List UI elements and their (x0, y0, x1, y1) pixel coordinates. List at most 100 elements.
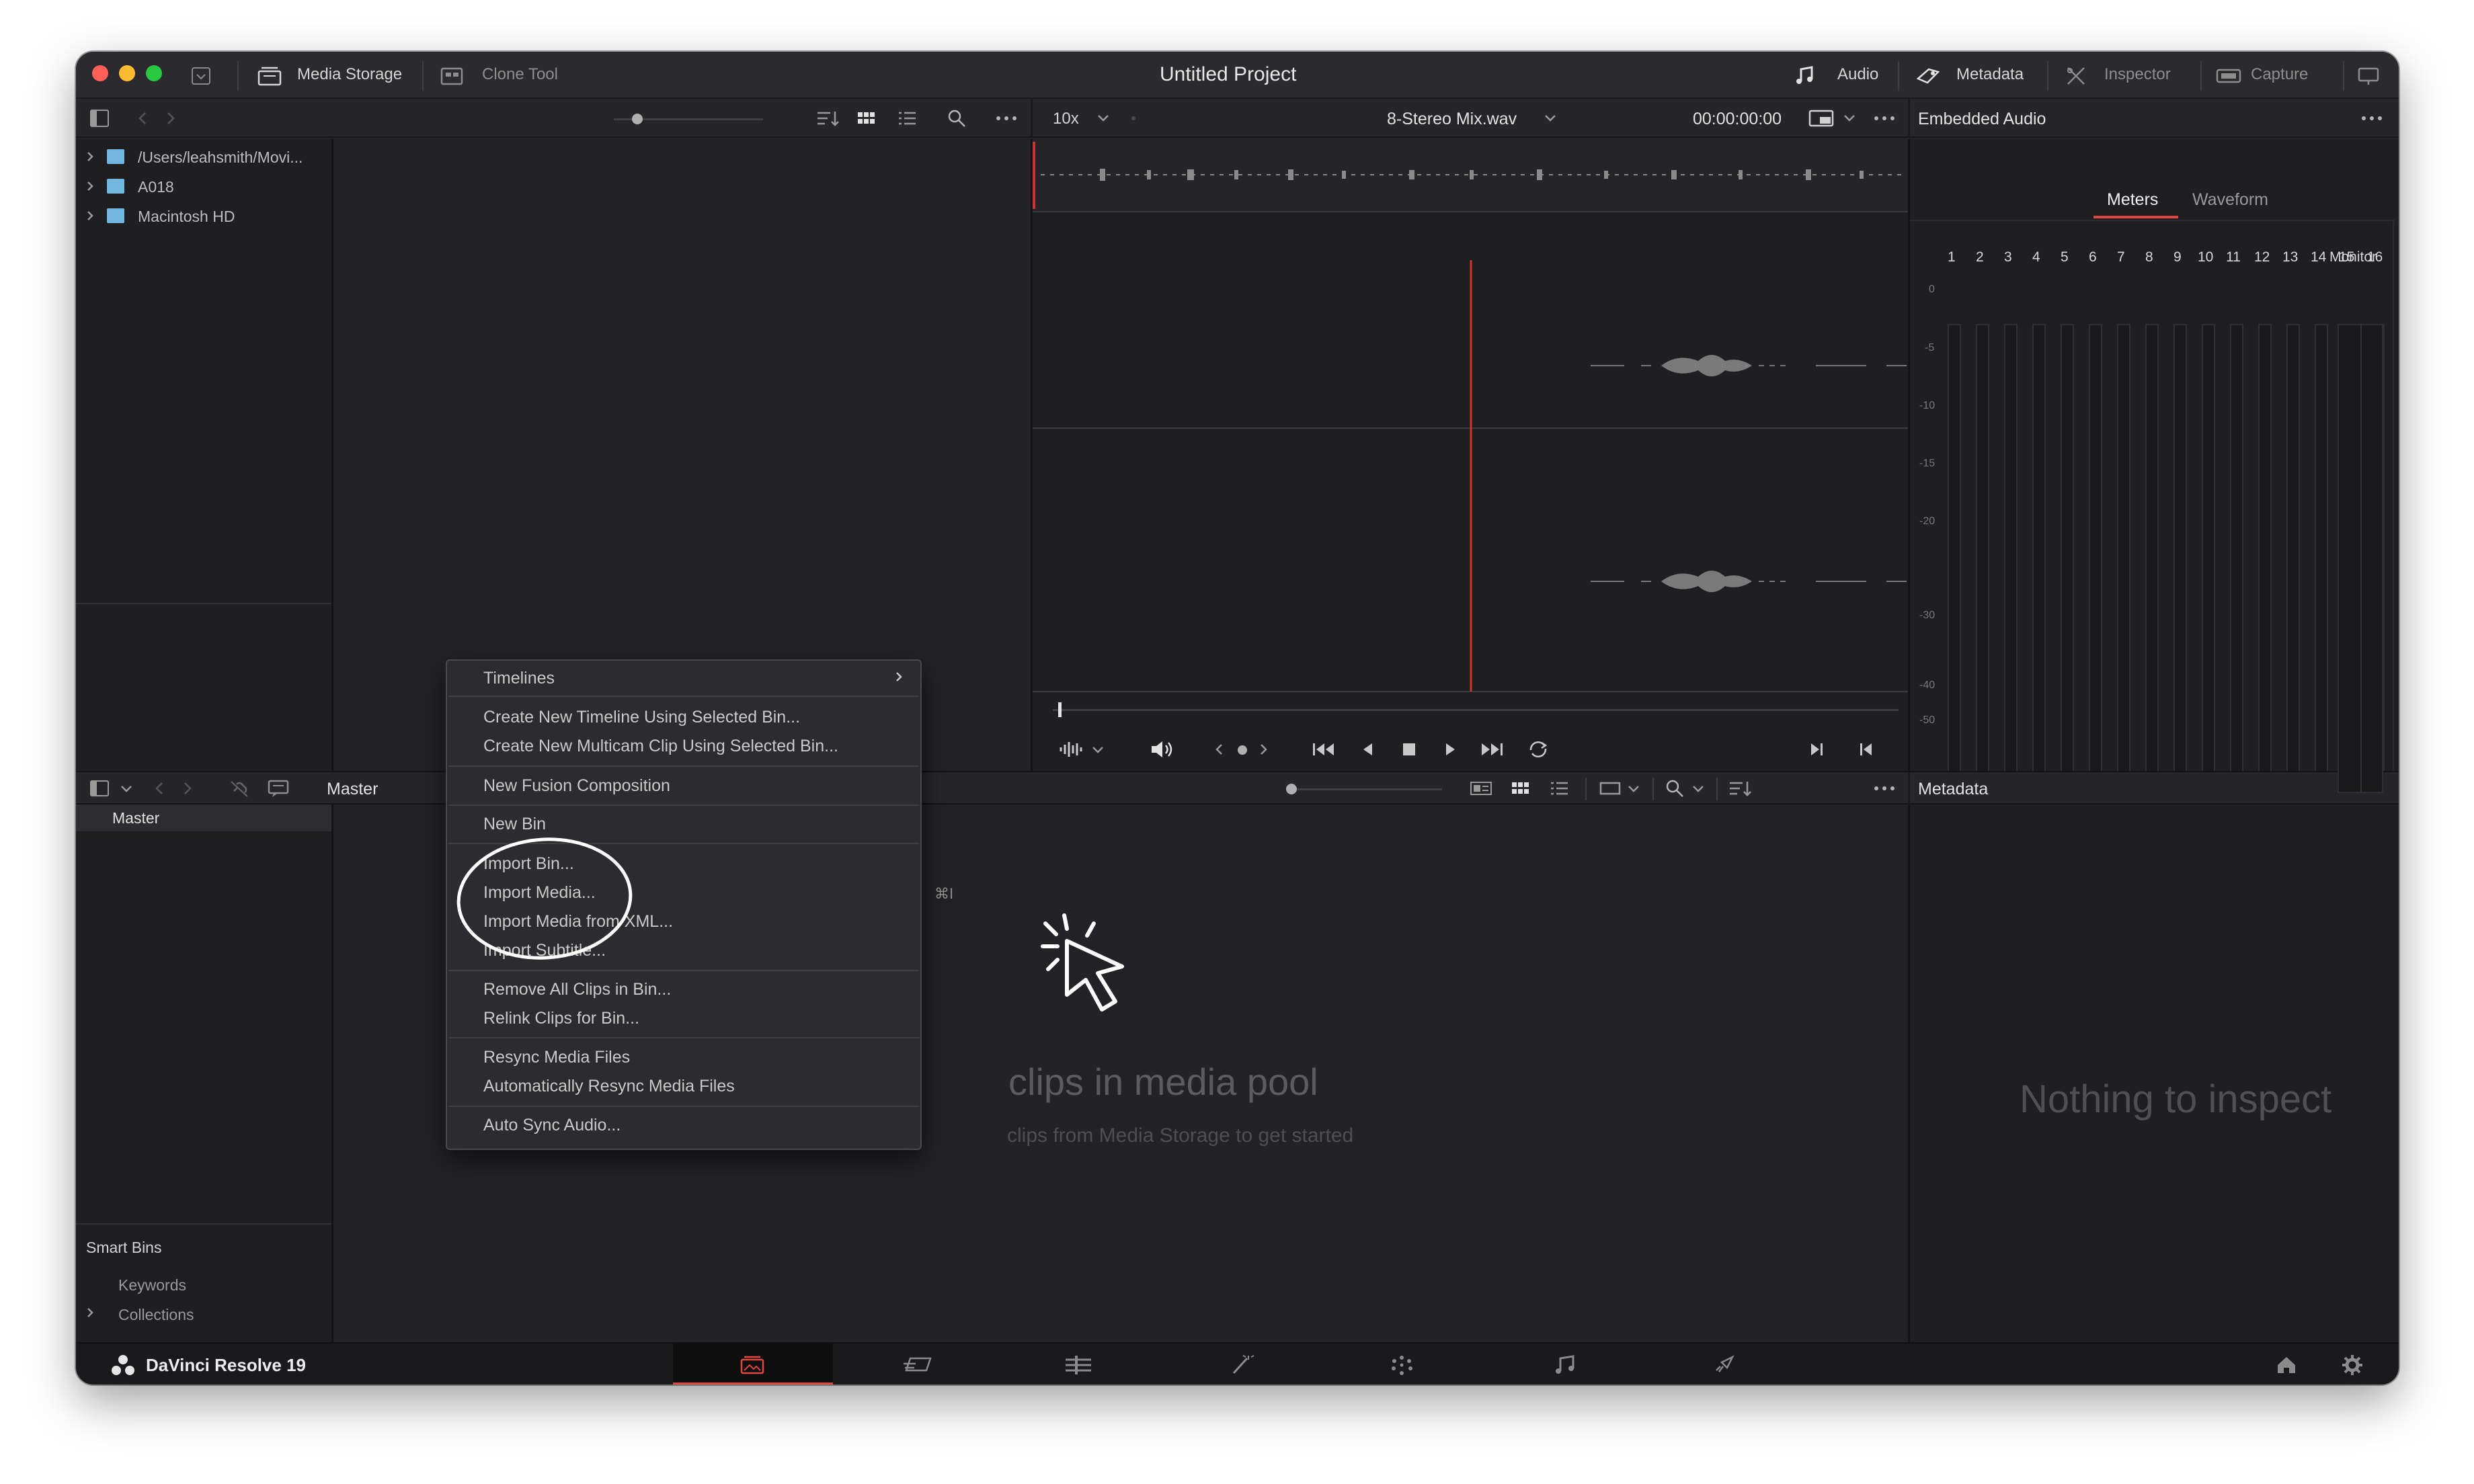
settings-gear-icon[interactable] (2339, 1353, 2366, 1377)
pool-more-icon[interactable] (1871, 778, 1898, 799)
pool-sidebar-chevron-icon[interactable] (118, 779, 135, 799)
bin-title: Master (327, 780, 378, 798)
play-reverse-icon[interactable] (1355, 737, 1380, 761)
menu-item-auto-resync[interactable]: Automatically Resync Media Files (483, 1077, 735, 1096)
capture-icon[interactable] (2214, 64, 2243, 88)
tab-meters[interactable]: Meters (2107, 190, 2158, 210)
storage-item[interactable]: Macintosh HD (76, 202, 331, 229)
storage-item[interactable]: A018 (76, 173, 331, 200)
channel-meter (1948, 324, 1961, 793)
collections-chevron-icon[interactable] (85, 1306, 95, 1319)
viewer-more-icon[interactable] (1871, 107, 1898, 130)
link-icon[interactable] (227, 778, 251, 799)
scrubber-track[interactable] (1053, 709, 1899, 711)
pool-zoom-slider[interactable] (1293, 788, 1442, 790)
storage-item[interactable]: /Users/leahsmith/Movi... (76, 143, 331, 170)
list-view-icon[interactable] (895, 107, 919, 130)
pool-list-view-icon[interactable] (1547, 778, 1571, 799)
mark-out-icon[interactable] (1854, 737, 1878, 761)
fusion-page-icon[interactable] (1227, 1353, 1256, 1377)
pool-slider-knob[interactable] (1286, 784, 1297, 794)
prev-clip-icon[interactable] (1211, 737, 1228, 761)
go-to-end-icon[interactable] (1478, 737, 1506, 761)
fairlight-page-icon[interactable] (1551, 1353, 1581, 1377)
chevron-down-icon[interactable] (1094, 108, 1112, 128)
tab-waveform[interactable]: Waveform (2192, 190, 2268, 210)
pool-search-icon[interactable] (1663, 778, 1687, 799)
menu-item-create-multicam[interactable]: Create New Multicam Clip Using Selected … (483, 737, 838, 756)
menu-item-relink[interactable]: Relink Clips for Bin... (483, 1009, 639, 1028)
sidebar-toggle-icon[interactable] (87, 107, 112, 130)
channel-meter (2089, 324, 2102, 793)
mark-in-icon[interactable] (1804, 737, 1829, 761)
pool-grid-view-icon[interactable] (1508, 778, 1532, 799)
menu-item-resync[interactable]: Resync Media Files (483, 1048, 630, 1067)
panel-menu-icon[interactable] (189, 64, 213, 88)
clip-name[interactable]: 8-Stereo Mix.wav (1387, 110, 1517, 129)
capture-tab[interactable]: Capture (2251, 65, 2308, 84)
smart-bin-collections[interactable]: Collections (118, 1306, 194, 1324)
clone-tool-tab[interactable]: Clone Tool (482, 65, 558, 84)
channel-label: 7 (2117, 249, 2125, 265)
volume-icon[interactable] (1148, 737, 1175, 761)
minimize-window-button[interactable] (119, 65, 135, 81)
audio-more-icon[interactable] (2358, 107, 2385, 130)
media-storage-icon[interactable] (256, 64, 283, 88)
pool-forward-icon[interactable] (177, 778, 197, 799)
grid-view-icon[interactable] (854, 107, 878, 130)
master-bin-item[interactable]: Master (76, 805, 331, 831)
slider-knob[interactable] (632, 114, 643, 124)
metadata-tab[interactable]: Metadata (1956, 65, 2024, 84)
smart-bin-keywords[interactable]: Keywords (118, 1276, 186, 1294)
zoom-window-button[interactable] (146, 65, 162, 81)
loop-icon[interactable] (1525, 737, 1552, 761)
metadata-icon[interactable] (1913, 64, 1943, 88)
viewer-mode-icon[interactable] (1807, 107, 1835, 130)
more-options-icon[interactable] (993, 107, 1020, 130)
frame-chevron-icon[interactable] (1625, 779, 1642, 799)
audio-waveform-icon[interactable] (1057, 737, 1086, 761)
menu-item-create-timeline[interactable]: Create New Timeline Using Selected Bin..… (483, 708, 800, 727)
metadata-view-icon[interactable] (1468, 778, 1494, 799)
search-chevron-icon[interactable] (1689, 779, 1707, 799)
forward-icon[interactable] (160, 107, 180, 130)
go-to-start-icon[interactable] (1310, 737, 1338, 761)
waveform-chevron-icon[interactable] (1089, 740, 1107, 760)
clip-chevron-down-icon[interactable] (1542, 108, 1559, 128)
scrubber-handle[interactable] (1058, 702, 1062, 717)
menu-item-auto-sync-audio[interactable]: Auto Sync Audio... (483, 1116, 621, 1135)
deliver-page-icon[interactable] (1711, 1353, 1741, 1377)
next-clip-icon[interactable] (1254, 737, 1272, 761)
media-page-button[interactable] (673, 1344, 833, 1385)
search-icon[interactable] (945, 107, 969, 130)
cut-page-icon[interactable] (900, 1353, 936, 1377)
waveform-display[interactable] (1033, 139, 1908, 697)
clone-tool-icon[interactable] (438, 64, 465, 88)
home-icon[interactable] (2273, 1353, 2300, 1377)
clip-position-dot[interactable] (1238, 745, 1247, 755)
sort-icon[interactable] (814, 107, 841, 130)
inspector-icon[interactable] (2063, 64, 2089, 88)
menu-item-timelines[interactable]: Timelines (447, 661, 920, 693)
viewer-mode-chevron-icon[interactable] (1841, 108, 1858, 128)
frame-icon[interactable] (1597, 778, 1624, 799)
color-page-icon[interactable] (1387, 1353, 1416, 1377)
pool-back-icon[interactable] (150, 778, 170, 799)
display-icon[interactable] (2355, 64, 2382, 88)
play-icon[interactable] (1439, 737, 1463, 761)
stop-icon[interactable] (1397, 737, 1421, 761)
zoom-level[interactable]: 10x (1053, 110, 1079, 128)
edit-page-icon[interactable] (1062, 1353, 1095, 1377)
channel-label: 5 (2061, 249, 2069, 265)
back-icon[interactable] (133, 107, 153, 130)
music-note-icon[interactable] (1794, 64, 1817, 88)
inspector-tab[interactable]: Inspector (2104, 65, 2171, 84)
pool-sidebar-toggle-icon[interactable] (87, 778, 112, 799)
media-storage-tab[interactable]: Media Storage (297, 65, 402, 84)
caption-icon[interactable] (266, 778, 292, 799)
pool-sort-icon[interactable] (1726, 778, 1753, 799)
close-window-button[interactable] (92, 65, 108, 81)
menu-item-new-fusion[interactable]: New Fusion Composition (483, 776, 670, 796)
menu-item-remove-all[interactable]: Remove All Clips in Bin... (483, 980, 671, 999)
audio-tab[interactable]: Audio (1837, 65, 1878, 84)
